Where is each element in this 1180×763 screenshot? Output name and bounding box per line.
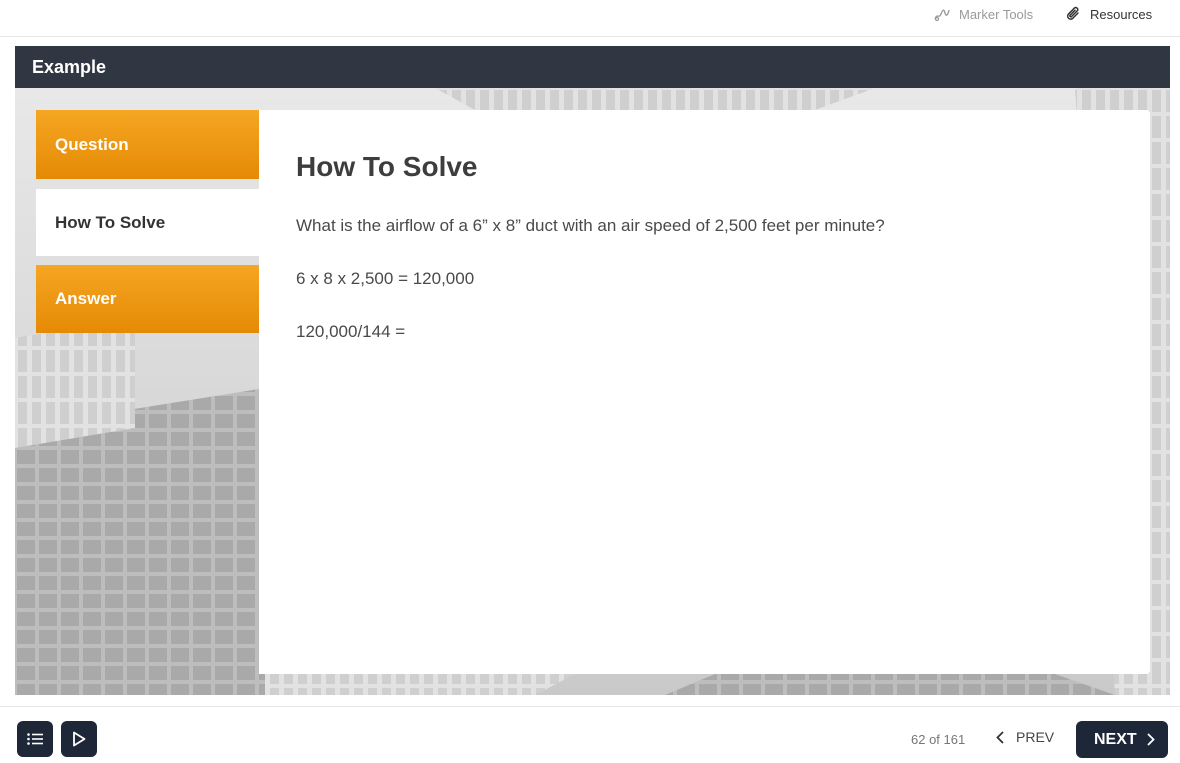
marker-tools-label: Marker Tools bbox=[959, 6, 1034, 22]
paperclip-icon bbox=[1066, 6, 1079, 20]
next-button[interactable]: NEXT bbox=[1076, 721, 1168, 758]
resources-label: Resources bbox=[1090, 6, 1153, 22]
solution-step-2: 120,000/144 = bbox=[296, 322, 406, 341]
content-title: How To Solve bbox=[296, 151, 478, 182]
marker-icon bbox=[934, 9, 950, 21]
marker-tools-button[interactable]: Marker Tools bbox=[934, 5, 1033, 23]
chevron-right-icon bbox=[1147, 733, 1155, 746]
solution-step-1: 6 x 8 x 2,500 = 120,000 bbox=[296, 269, 475, 288]
menu-button[interactable] bbox=[17, 721, 53, 757]
play-button[interactable] bbox=[61, 721, 97, 757]
slide-header: Example bbox=[15, 46, 1170, 88]
play-icon bbox=[73, 731, 86, 747]
slide-stage: Question How To Solve Answer How To Solv… bbox=[15, 88, 1170, 695]
top-toolbar: Marker Tools Resources bbox=[0, 0, 1180, 37]
tab-how-to-solve[interactable]: How To Solve bbox=[36, 189, 266, 256]
content-panel: How To Solve What is the airflow of a 6”… bbox=[259, 110, 1150, 674]
resources-button[interactable]: Resources bbox=[1066, 5, 1152, 23]
page-counter: 62 of 161 bbox=[911, 732, 966, 747]
chevron-left-icon bbox=[996, 730, 1004, 744]
tab-answer[interactable]: Answer bbox=[36, 265, 259, 333]
navigation-footer: 62 of 161 PREV NEXT bbox=[0, 706, 1180, 763]
prev-button[interactable]: PREV bbox=[996, 729, 1054, 745]
next-label: NEXT bbox=[1094, 730, 1137, 748]
question-text: What is the airflow of a 6” x 8” duct wi… bbox=[296, 216, 885, 235]
list-icon bbox=[27, 733, 43, 745]
prev-label: PREV bbox=[1016, 729, 1055, 745]
tab-question[interactable]: Question bbox=[36, 110, 259, 179]
page-title: Example bbox=[32, 57, 107, 77]
